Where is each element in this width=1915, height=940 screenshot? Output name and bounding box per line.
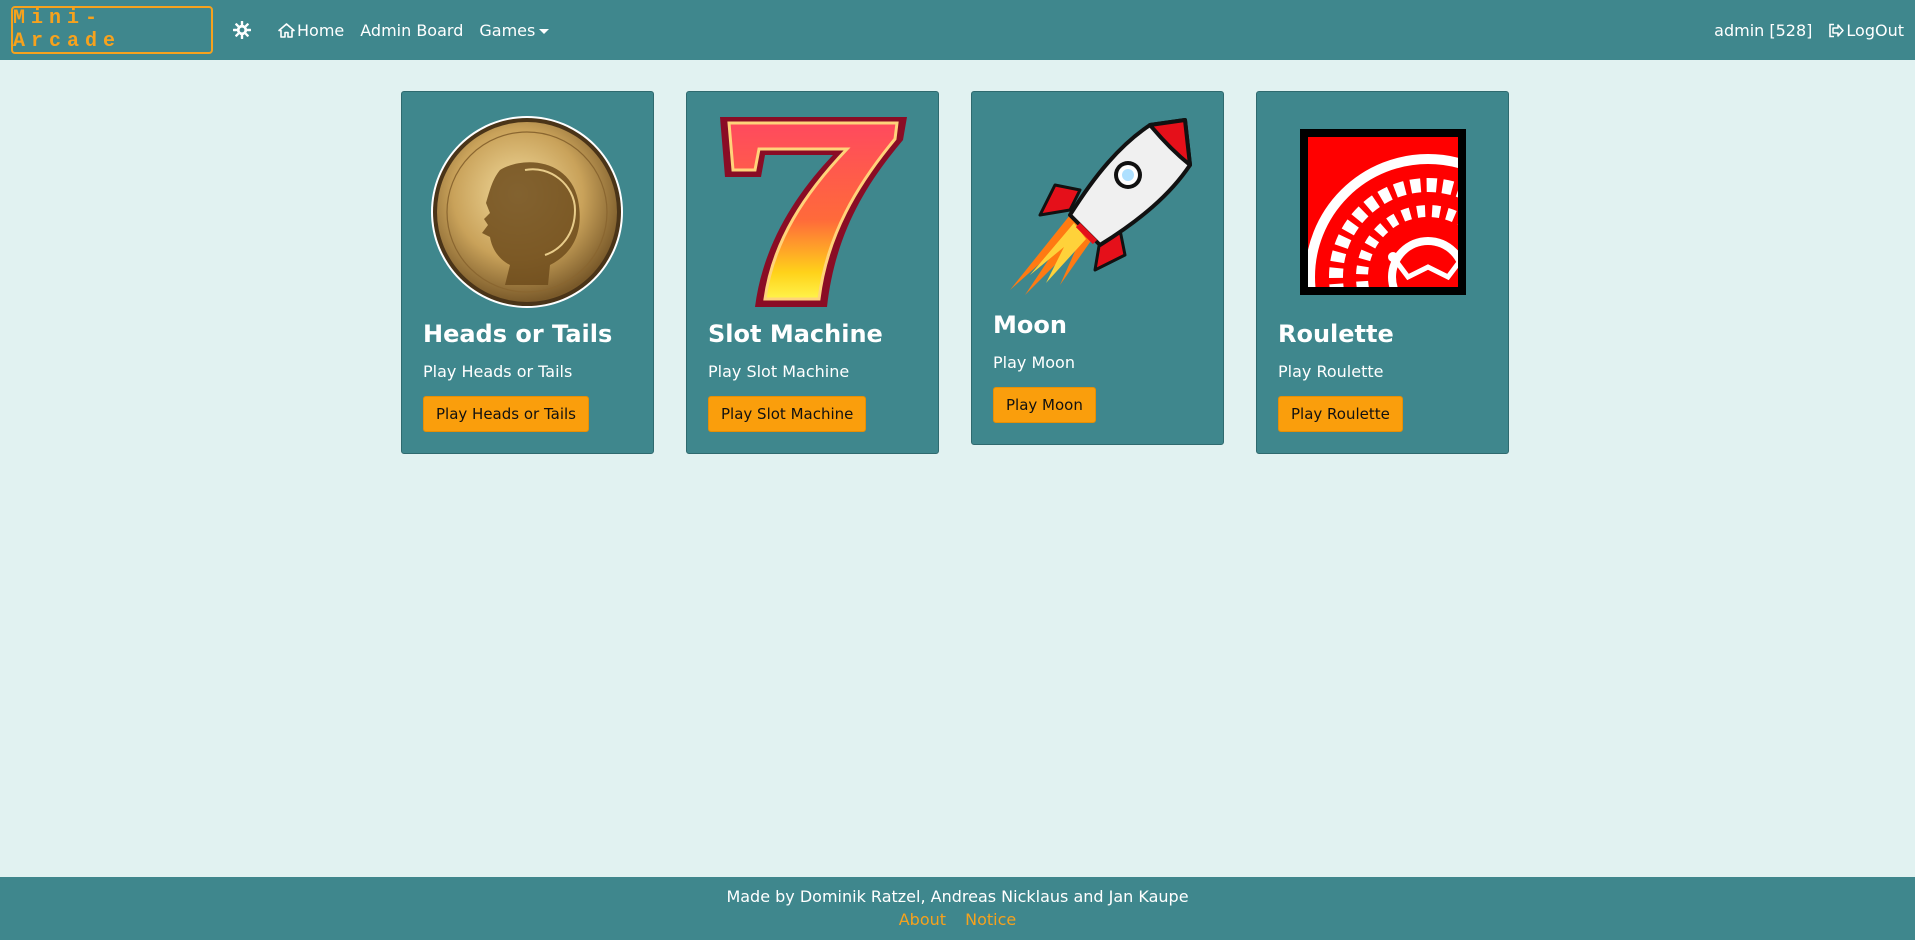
theme-toggle-button[interactable] — [228, 16, 256, 44]
home-icon — [278, 22, 295, 38]
user-info[interactable]: admin [528] — [1714, 21, 1812, 40]
play-moon-button[interactable]: Play Moon — [993, 387, 1096, 423]
brand-logo[interactable]: Mini-Arcade — [11, 6, 213, 54]
gear-icon — [233, 21, 251, 39]
game-card-slot-machine: Slot Machine Play Slot Machine Play Slot… — [686, 91, 939, 454]
user-label: admin [528] — [1714, 20, 1813, 40]
card-title: Roulette — [1278, 320, 1394, 348]
game-cards: Heads or Tails Play Heads or Tails Play … — [401, 91, 1509, 454]
game-card-roulette: Roulette Play Roulette Play Roulette — [1256, 91, 1509, 454]
about-link[interactable]: About — [899, 910, 946, 929]
card-text: Play Slot Machine — [708, 362, 850, 381]
notice-link[interactable]: Notice — [965, 910, 1016, 929]
logout-icon — [1829, 23, 1845, 37]
nav-admin-board-link[interactable]: Admin Board — [360, 21, 463, 40]
footer: Made by Dominik Ratzel, Andreas Nicklaus… — [0, 877, 1915, 940]
nav-games-dropdown[interactable]: Games — [479, 20, 550, 40]
lucky-seven-icon — [715, 112, 910, 312]
nav-home-label: Home — [297, 20, 345, 40]
play-roulette-button[interactable]: Play Roulette — [1278, 396, 1403, 432]
game-card-heads-or-tails: Heads or Tails Play Heads or Tails Play … — [401, 91, 654, 454]
nav-user-area: admin [528] LogOut — [1698, 21, 1904, 40]
logout-link[interactable]: LogOut — [1828, 21, 1904, 40]
play-heads-or-tails-button[interactable]: Play Heads or Tails — [423, 396, 589, 432]
logout-label: LogOut — [1846, 20, 1904, 40]
nav-admin-board-label: Admin Board — [360, 20, 464, 40]
navbar: Mini-Arcade Home Admin Board Games admin… — [0, 0, 1915, 60]
play-slot-machine-button[interactable]: Play Slot Machine — [708, 396, 867, 432]
nav-links: Home Admin Board Games — [278, 21, 565, 40]
footer-links: About Notice — [0, 910, 1915, 929]
roulette-wheel-icon — [1285, 112, 1480, 312]
card-text: Play Heads or Tails — [423, 362, 573, 381]
card-title: Heads or Tails — [423, 320, 613, 348]
nav-games-label: Games — [479, 20, 536, 40]
nav-home-link[interactable]: Home — [278, 21, 344, 40]
card-text: Play Roulette — [1278, 362, 1384, 381]
card-title: Slot Machine — [708, 320, 883, 348]
card-title: Moon — [993, 311, 1067, 339]
footer-credits: Made by Dominik Ratzel, Andreas Nicklaus… — [726, 887, 1189, 906]
game-card-moon: Moon Play Moon Play Moon — [971, 91, 1224, 445]
coin-icon — [430, 112, 625, 312]
caret-down-icon — [539, 28, 550, 34]
card-text: Play Moon — [993, 353, 1075, 372]
rocket-icon — [1000, 112, 1195, 303]
